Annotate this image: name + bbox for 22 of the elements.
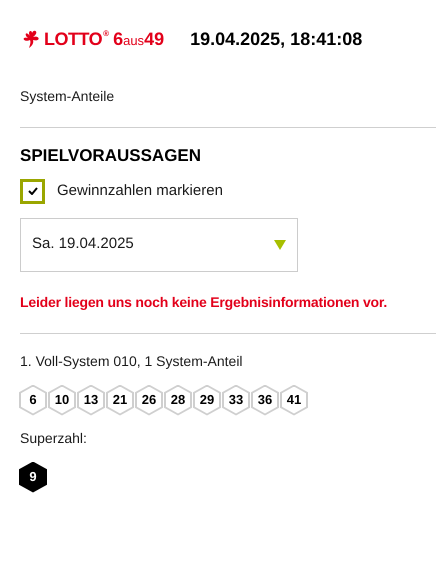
section-heading: SPIELVORAUSSAGEN xyxy=(19,145,202,167)
number-ball: 41 xyxy=(280,384,308,416)
number-ball: 29 xyxy=(193,384,221,416)
ticket-title: 1. Voll-System 010, 1 System-Anteil xyxy=(19,352,244,371)
draw-datetime: 19.04.2025, 18:41:08 xyxy=(190,28,362,50)
number-ball: 6 xyxy=(19,384,47,416)
number-ball: 28 xyxy=(164,384,192,416)
error-message: Leider liegen uns noch keine Ergebnisinformationen vor. xyxy=(19,292,388,312)
date-dropdown[interactable]: Sa. 19.04.2025 xyxy=(20,218,298,272)
number-ball: 10 xyxy=(48,384,76,416)
number-ball: 21 xyxy=(106,384,134,416)
checkbox-label: Gewinnzahlen markieren xyxy=(57,180,223,201)
lotto-logo: LOTTO® 6aus49 xyxy=(44,30,164,48)
page-subtitle: System-Anteile xyxy=(19,87,116,106)
number-ball: 26 xyxy=(135,384,163,416)
checkmark-icon xyxy=(28,187,38,195)
number-ball: 13 xyxy=(77,384,105,416)
dropdown-caret-icon xyxy=(274,240,286,250)
number-ball: 36 xyxy=(251,384,279,416)
superzahl-label: Superzahl: xyxy=(19,428,88,448)
number-ball: 33 xyxy=(222,384,250,416)
checkbox[interactable] xyxy=(20,178,45,204)
